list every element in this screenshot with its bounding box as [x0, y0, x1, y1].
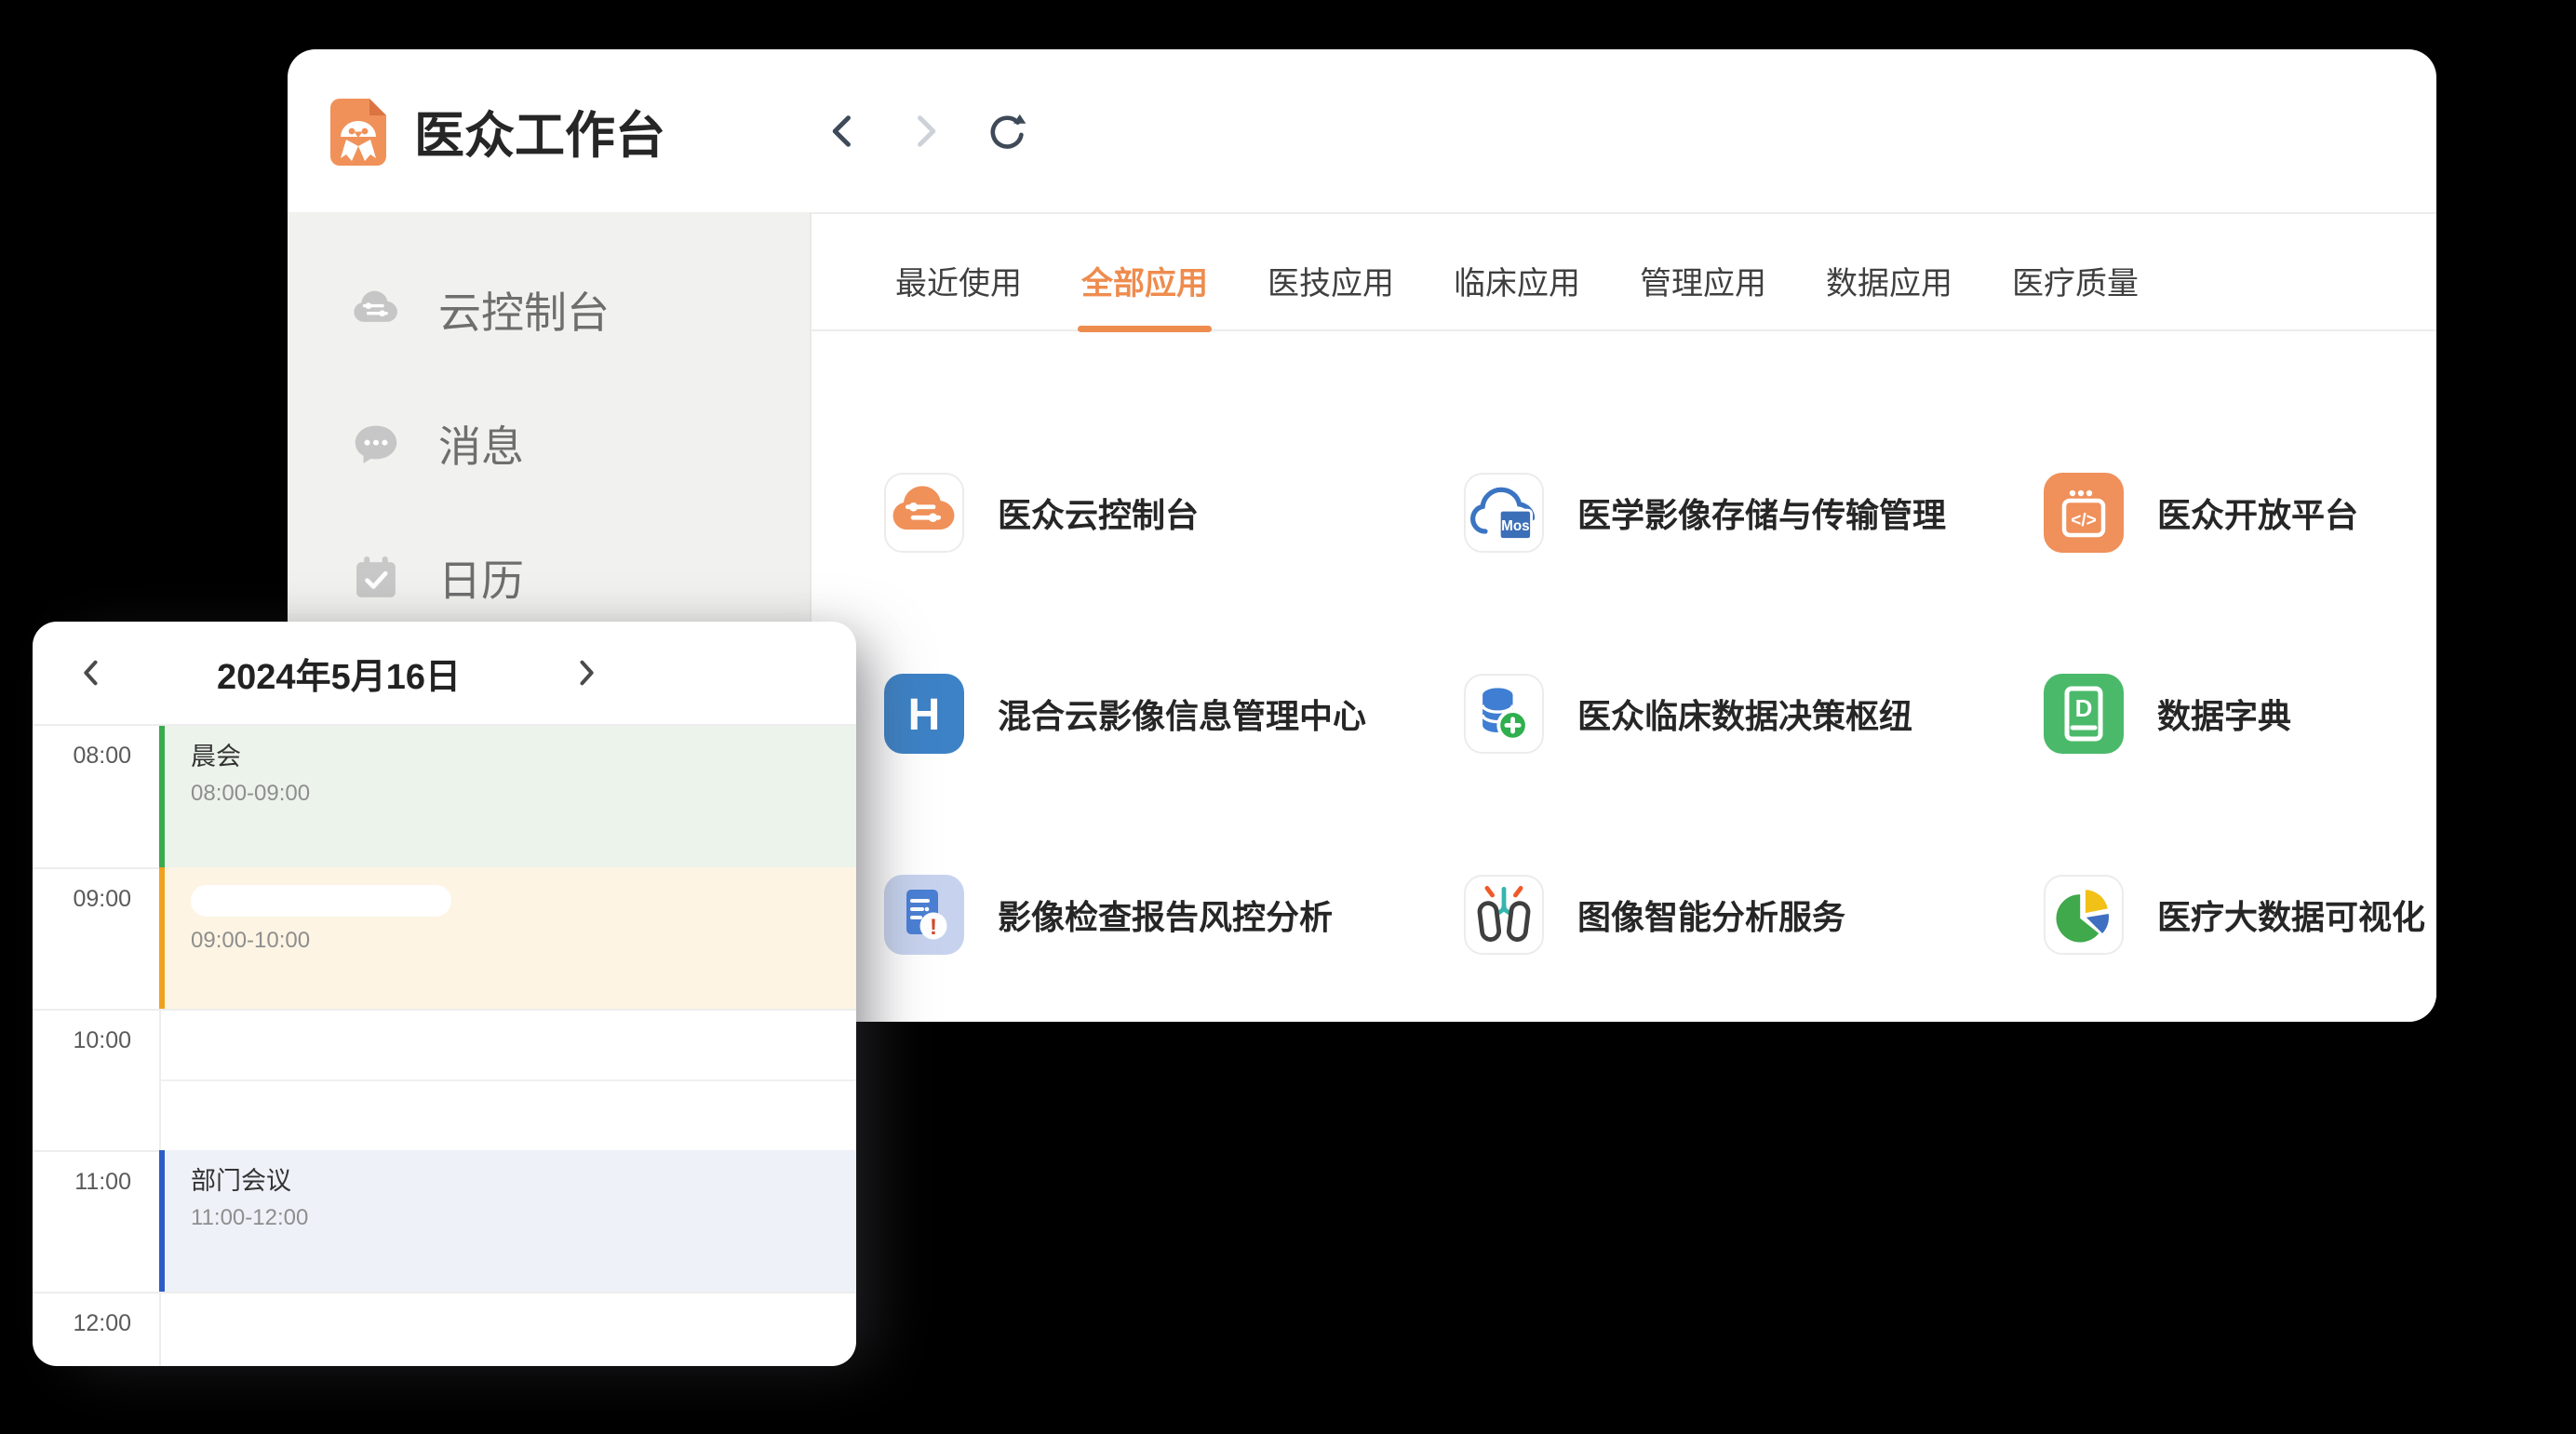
svg-text:Mos: Mos [1501, 518, 1530, 534]
app-tile: Mos [1464, 473, 1544, 553]
sidebar-item-label: 消息 [438, 413, 524, 475]
app-item-5[interactable]: D 数据字典 [2044, 613, 2436, 814]
app-logo [329, 97, 388, 166]
app-item-6[interactable]: ! 影像检查报告风控分析 [884, 814, 1464, 1015]
refresh-button[interactable] [986, 111, 1027, 152]
image-analysis-icon [1466, 875, 1542, 955]
back-button[interactable] [823, 111, 864, 152]
app-grid: 医众云控制台 Mos 医学影像存储与传输管理 </> 医众开放平台 H 混合云影像信息管理中… [884, 412, 2436, 1015]
event-time: 11:00-12:00 [191, 1205, 856, 1231]
event-title: 部门会议 [191, 1164, 856, 1198]
app-label: 图像智能分析服务 [1577, 891, 1845, 939]
event-time: 09:00-10:00 [191, 928, 856, 954]
calendar-prev-button[interactable] [75, 657, 107, 689]
sidebar-item-label: 云控制台 [438, 279, 610, 341]
calendar-event-0[interactable]: 晨会 08:00-09:00 [159, 726, 856, 867]
tab-4[interactable]: 管理应用 [1640, 258, 1766, 329]
forward-button[interactable] [905, 111, 946, 152]
calendar-day-grid: 08:00 09:00 10:00 11:00 12:00 晨会 08:00-09:00 0… [33, 726, 856, 1366]
medical-workbench-logo [329, 97, 388, 166]
content-area: 最近使用全部应用医技应用临床应用管理应用数据应用医疗质量 医众云控制台 Mos 医学… [812, 212, 2436, 1022]
time-label: 10:00 [33, 1027, 131, 1054]
report-risk-icon: ! [884, 875, 964, 955]
app-label: 混合云影像信息管理中心 [998, 690, 1366, 738]
data-dictionary-icon: D [2044, 674, 2124, 754]
bigdata-visualization-icon [2046, 875, 2122, 955]
chevron-right-icon [570, 657, 602, 689]
window-header: 医众工作台 [288, 49, 2436, 212]
tab-5[interactable]: 数据应用 [1826, 258, 1952, 329]
svg-text:</>: </> [2071, 511, 2096, 530]
app-item-1[interactable]: Mos 医学影像存储与传输管理 [1464, 412, 2044, 613]
sidebar-item-0[interactable]: 云控制台 [288, 243, 810, 377]
app-item-0[interactable]: 医众云控制台 [884, 412, 1464, 613]
app-tile [2044, 875, 2124, 955]
app-item-3[interactable]: H 混合云影像信息管理中心 [884, 613, 1464, 814]
chevron-left-icon [75, 657, 107, 689]
svg-text:!: ! [930, 915, 937, 940]
clinical-data-icon [1466, 674, 1542, 754]
app-tile [1464, 674, 1544, 754]
calendar-header: 2024年5月16日 [33, 622, 856, 726]
browser-nav [823, 49, 1027, 212]
calendar-nav: 2024年5月16日 [75, 648, 602, 699]
app-item-8[interactable]: 医疗大数据可视化 [2044, 814, 2436, 1015]
chevron-right-icon [905, 111, 946, 152]
cloud-console-icon [886, 473, 962, 553]
app-category-tabs: 最近使用全部应用医技应用临床应用管理应用数据应用医疗质量 [812, 214, 2436, 331]
app-label: 医学影像存储与传输管理 [1577, 489, 1946, 537]
desktop-background: 医众工作台 云控制台消息日历 最近使用全部应用医技应用临床应用管理应用数据应用医… [0, 0, 2576, 1434]
app-tile: </> [2044, 473, 2124, 553]
event-title: 晨会 [191, 740, 856, 773]
app-label: 医众开放平台 [2157, 489, 2358, 537]
app-tile: D [2044, 674, 2124, 754]
cloud-settings-icon [349, 283, 403, 337]
tab-3[interactable]: 临床应用 [1454, 258, 1580, 329]
chevron-left-icon [823, 111, 864, 152]
calendar-panel: 2024年5月16日 08:00 09:00 10:00 11:00 12:00 晨会 0… [33, 622, 856, 1366]
app-label: 医疗大数据可视化 [2157, 891, 2425, 939]
calendar-event-1[interactable]: 09:00-10:00 [159, 867, 856, 1009]
app-tile: ! [884, 875, 964, 955]
event-time: 08:00-09:00 [191, 781, 856, 807]
calendar-next-button[interactable] [570, 657, 602, 689]
app-tile [884, 473, 964, 553]
message-icon [349, 417, 403, 471]
sidebar-item-1[interactable]: 消息 [288, 377, 810, 511]
svg-text:D: D [2075, 694, 2093, 722]
app-item-2[interactable]: </> 医众开放平台 [2044, 412, 2436, 613]
app-label: 数据字典 [2157, 690, 2291, 738]
time-label: 12:00 [33, 1310, 131, 1337]
app-tile [1464, 875, 1544, 955]
app-tile: H [884, 674, 964, 754]
time-label: 09:00 [33, 886, 131, 913]
calendar-date: 2024年5月16日 [217, 648, 461, 699]
time-label: 11:00 [33, 1169, 131, 1196]
window-title: 医众工作台 [414, 94, 665, 168]
time-label: 08:00 [33, 743, 131, 770]
sidebar-item-label: 日历 [438, 547, 524, 609]
calendar-events-layer: 晨会 08:00-09:00 09:00-10:00 部门会议 11:00-12:00 [159, 726, 856, 1366]
calendar-event-2[interactable]: 部门会议 11:00-12:00 [159, 1150, 856, 1292]
app-item-7[interactable]: 图像智能分析服务 [1464, 814, 2044, 1015]
tab-6[interactable]: 医疗质量 [2012, 258, 2139, 329]
tab-0[interactable]: 最近使用 [895, 258, 1022, 329]
app-label: 医众临床数据决策枢纽 [1577, 690, 1912, 738]
open-platform-icon: </> [2044, 473, 2124, 553]
svg-text:H: H [908, 690, 941, 740]
refresh-icon [986, 111, 1027, 152]
app-label: 影像检查报告风控分析 [998, 891, 1333, 939]
calendar-icon [349, 551, 403, 605]
redacted-event-title [191, 885, 451, 917]
app-item-4[interactable]: 医众临床数据决策枢纽 [1464, 613, 2044, 814]
tab-2[interactable]: 医技应用 [1268, 258, 1394, 329]
tab-1-active[interactable]: 全部应用 [1081, 258, 1208, 329]
image-storage-icon: Mos [1466, 473, 1542, 553]
app-label: 医众云控制台 [998, 489, 1199, 537]
hybrid-cloud-icon: H [884, 674, 964, 754]
